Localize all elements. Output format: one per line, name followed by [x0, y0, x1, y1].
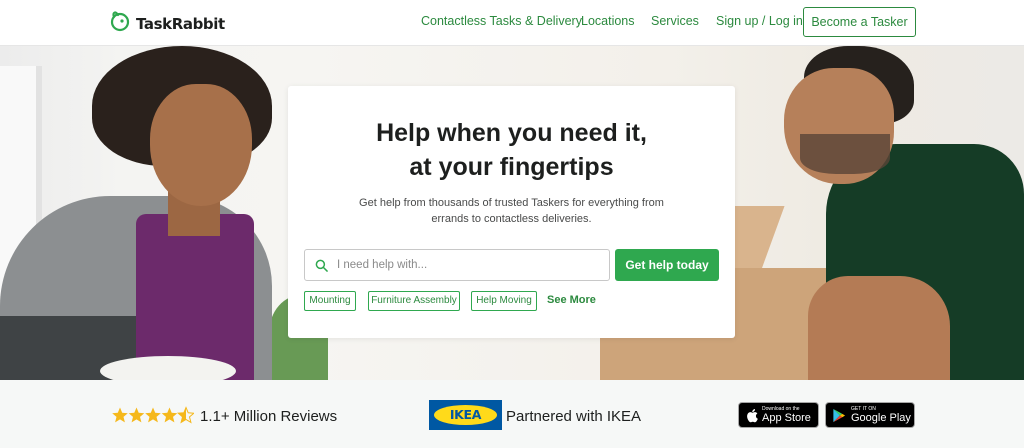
get-help-button[interactable]: Get help today	[615, 249, 719, 281]
star-half-icon	[177, 407, 194, 423]
ikea-logo: IKEA	[429, 400, 502, 430]
nav-services[interactable]: Services	[651, 14, 699, 28]
site-header: TaskRabbit Contactless Tasks & Delivery …	[0, 0, 1024, 46]
chip-help-moving[interactable]: Help Moving	[471, 291, 537, 311]
subtext-line-2: errands to contactless deliveries.	[431, 213, 592, 225]
nav-contactless-tasks[interactable]: Contactless Tasks & Delivery	[421, 14, 582, 28]
headline-line-2: at your fingertips	[409, 153, 614, 181]
chip-furniture-assembly[interactable]: Furniture Assembly	[368, 291, 460, 311]
star-icon	[128, 407, 145, 423]
hero-subtext: Get help from thousands of trusted Taske…	[348, 195, 675, 227]
headline-line-1: Help when you need it,	[376, 119, 647, 147]
search-input[interactable]	[337, 250, 605, 280]
become-tasker-button[interactable]: Become a Tasker	[803, 7, 916, 37]
see-more-link[interactable]: See More	[547, 294, 596, 306]
search-card: Help when you need it, at your fingertip…	[288, 86, 735, 338]
trust-bar: 1.1+ Million Reviews IKEA Partnered with…	[0, 380, 1024, 448]
brand-logo[interactable]: TaskRabbit	[108, 9, 225, 38]
nav-signup-login[interactable]: Sign up / Log in	[716, 14, 803, 28]
subtext-line-1: Get help from thousands of trusted Taske…	[359, 197, 664, 209]
nav-locations[interactable]: Locations	[581, 14, 635, 28]
hero-section: Help when you need it, at your fingertip…	[0, 46, 1024, 380]
app-store-button[interactable]: Download on the App Store	[738, 402, 819, 428]
search-field[interactable]	[304, 249, 610, 281]
rabbit-logo-icon	[108, 9, 132, 38]
star-icon	[161, 407, 178, 423]
brand-name: TaskRabbit	[136, 14, 225, 33]
star-icon	[112, 407, 128, 423]
star-icon	[145, 407, 161, 423]
hero-headline: Help when you need it, at your fingertip…	[288, 116, 735, 184]
reviews-count: 1.1+ Million Reviews	[200, 408, 338, 425]
google-play-label: Google Play	[851, 412, 911, 424]
app-store-label: App Store	[762, 412, 811, 424]
chip-mounting[interactable]: Mounting	[304, 291, 356, 311]
rating-stars	[112, 407, 194, 423]
ikea-partner-text: Partnered with IKEA	[506, 408, 642, 425]
google-play-button[interactable]: GET IT ON Google Play	[825, 402, 915, 428]
